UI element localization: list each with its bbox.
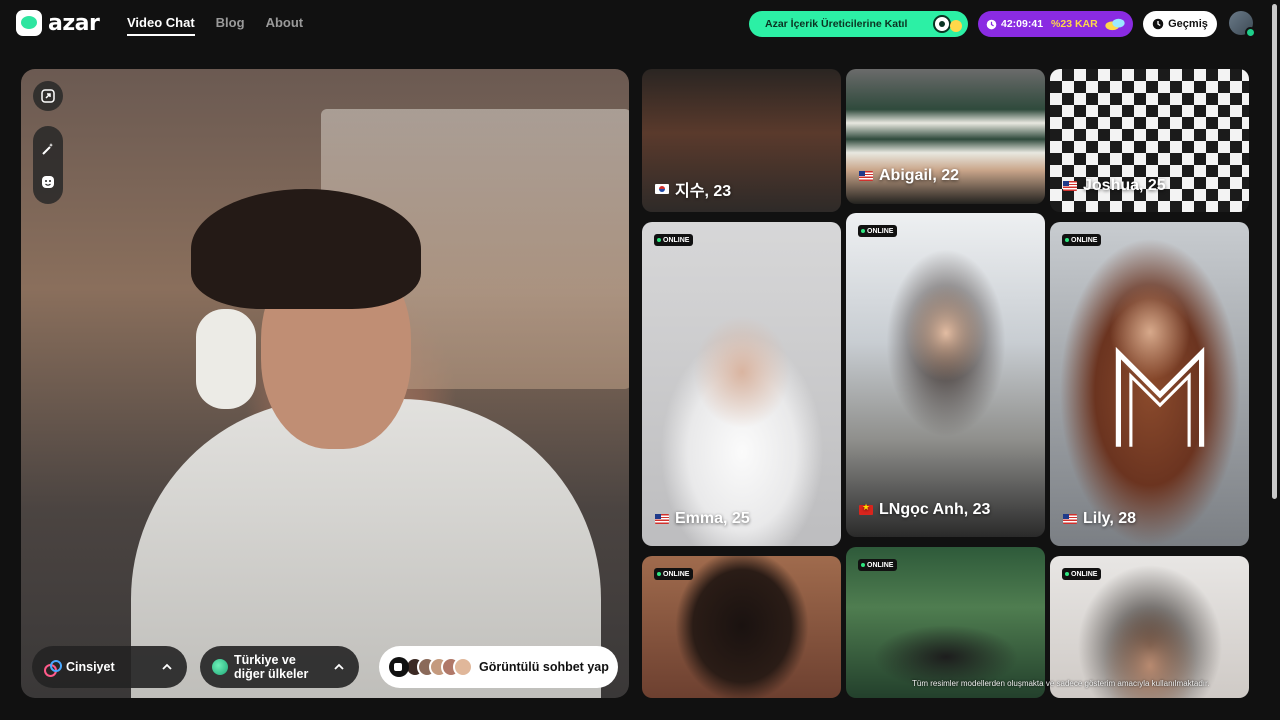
profile-name: Lily, 28 (1063, 510, 1136, 528)
nav-about[interactable]: About (266, 15, 304, 36)
profile-name: Emma, 25 (655, 510, 750, 528)
profile-card[interactable]: ONLINE Lily, 28 (1050, 222, 1249, 546)
region-filter-label: Türkiye ve diğer ülkeler (234, 653, 308, 681)
user-avatar[interactable] (1229, 11, 1256, 38)
profile-card[interactable]: ONLINE (846, 547, 1045, 698)
gender-filter-label: Cinsiyet (66, 660, 115, 674)
coins-icon (1105, 18, 1125, 31)
gender-filter-select[interactable]: Cinsiyet (32, 646, 187, 688)
korea-flag-icon (655, 184, 669, 194)
video-effects-toolbar (33, 126, 63, 204)
profile-name-text: Emma, 25 (675, 510, 750, 527)
preview-avatar (453, 657, 473, 677)
video-bottom-controls: Cinsiyet Türkiye ve diğer ülkeler Görünt… (21, 646, 629, 688)
history-button[interactable]: Geçmiş (1143, 11, 1217, 37)
clock-icon (986, 19, 997, 29)
nav-video-chat[interactable]: Video Chat (127, 15, 195, 36)
globe-icon (212, 659, 228, 675)
vietnam-flag-icon (859, 502, 873, 515)
join-creators-button[interactable]: Azar İçerik Üreticilerine Katıl (749, 11, 968, 37)
video-camera-icon (389, 657, 409, 677)
profile-card[interactable]: ONLINE (642, 556, 841, 698)
main-nav: Video Chat Blog About (127, 15, 303, 36)
join-creators-label: Azar İçerik Üreticilerine Katıl (765, 18, 908, 30)
usa-flag-icon (859, 171, 873, 181)
online-badge: ONLINE (1062, 234, 1102, 246)
azar-logo-icon (16, 10, 42, 36)
top-navbar: azar Video Chat Blog About Azar İçerik Ü… (0, 0, 1280, 48)
person-hair (191, 189, 421, 309)
avatar-status-badge (1245, 27, 1256, 38)
profile-card[interactable]: ONLINE (1050, 556, 1249, 698)
profile-card[interactable]: Abigail, 22 (846, 69, 1045, 204)
profile-name-text: Lily, 28 (1083, 510, 1137, 527)
online-label: ONLINE (663, 236, 690, 244)
online-label: ONLINE (663, 570, 690, 578)
online-badge: ONLINE (858, 559, 898, 571)
online-label: ONLINE (1071, 570, 1098, 578)
profile-name: Abigail, 22 (859, 167, 959, 185)
person-headphone (196, 309, 256, 409)
face-mask-icon[interactable] (40, 174, 56, 190)
usa-flag-icon (1063, 514, 1077, 524)
promo-timer-button[interactable]: 42:09:41 %23 KAR (978, 11, 1133, 37)
online-dot (861, 563, 865, 567)
usa-flag-icon (1063, 181, 1077, 191)
start-video-chat-label: Görüntülü sohbet yap (479, 660, 609, 674)
online-dot (1065, 238, 1069, 242)
gender-icon (44, 659, 62, 677)
start-video-chat-button[interactable]: Görüntülü sohbet yap (379, 646, 618, 688)
profile-name-text: Joshua, 25 (1083, 177, 1166, 194)
logo-text: azar (48, 10, 100, 36)
images-disclaimer: Tüm resimler modellerden oluşmakta ve sa… (912, 679, 1210, 688)
online-label: ONLINE (1071, 236, 1098, 244)
azar-logo[interactable]: azar (16, 10, 100, 36)
online-label: ONLINE (867, 561, 894, 569)
profile-name-text: LNgọc Anh, 23 (879, 501, 991, 518)
expand-icon (41, 89, 55, 103)
chevron-up-icon (334, 663, 344, 670)
online-badge: ONLINE (654, 234, 694, 246)
online-badge: ONLINE (1062, 568, 1102, 580)
self-video-preview: Cinsiyet Türkiye ve diğer ülkeler Görünt… (21, 69, 629, 698)
profile-card[interactable]: Joshua, 25 (1050, 69, 1249, 212)
chevron-up-icon (162, 663, 172, 670)
promo-timer: 42:09:41 (1001, 18, 1044, 30)
fullscreen-button[interactable] (33, 81, 63, 111)
profile-card[interactable]: ONLINE LNgọc Anh, 23 (846, 213, 1045, 537)
clock-icon (1152, 18, 1164, 30)
online-dot (657, 572, 661, 576)
profile-card[interactable]: 지수, 23 (642, 69, 841, 212)
magic-wand-icon[interactable] (40, 141, 56, 157)
nav-blog[interactable]: Blog (216, 15, 245, 36)
region-line-1: Türkiye ve (234, 653, 296, 667)
profile-name-text: 지수, 23 (675, 183, 732, 200)
online-dot (1065, 572, 1069, 576)
history-label: Geçmiş (1168, 18, 1208, 30)
online-dot (861, 229, 865, 233)
profile-name: LNgọc Anh, 23 (859, 501, 990, 519)
profile-card[interactable]: ONLINE Emma, 25 (642, 222, 841, 546)
profile-name-text: Abigail, 22 (879, 167, 960, 184)
region-filter-select[interactable]: Türkiye ve diğer ülkeler (200, 646, 359, 688)
online-dot (657, 238, 661, 242)
promo-discount: %23 KAR (1051, 18, 1098, 30)
online-label: ONLINE (867, 227, 894, 235)
online-badge: ONLINE (654, 568, 694, 580)
usa-flag-icon (655, 514, 669, 524)
watermark-logo-icon (1115, 346, 1205, 447)
page-scrollbar[interactable] (1272, 4, 1277, 499)
online-badge: ONLINE (858, 225, 898, 237)
region-line-2: diğer ülkeler (234, 667, 309, 681)
profile-name: Joshua, 25 (1063, 177, 1166, 195)
camera-decoration-icon (933, 15, 962, 33)
profile-name: 지수, 23 (655, 177, 731, 201)
